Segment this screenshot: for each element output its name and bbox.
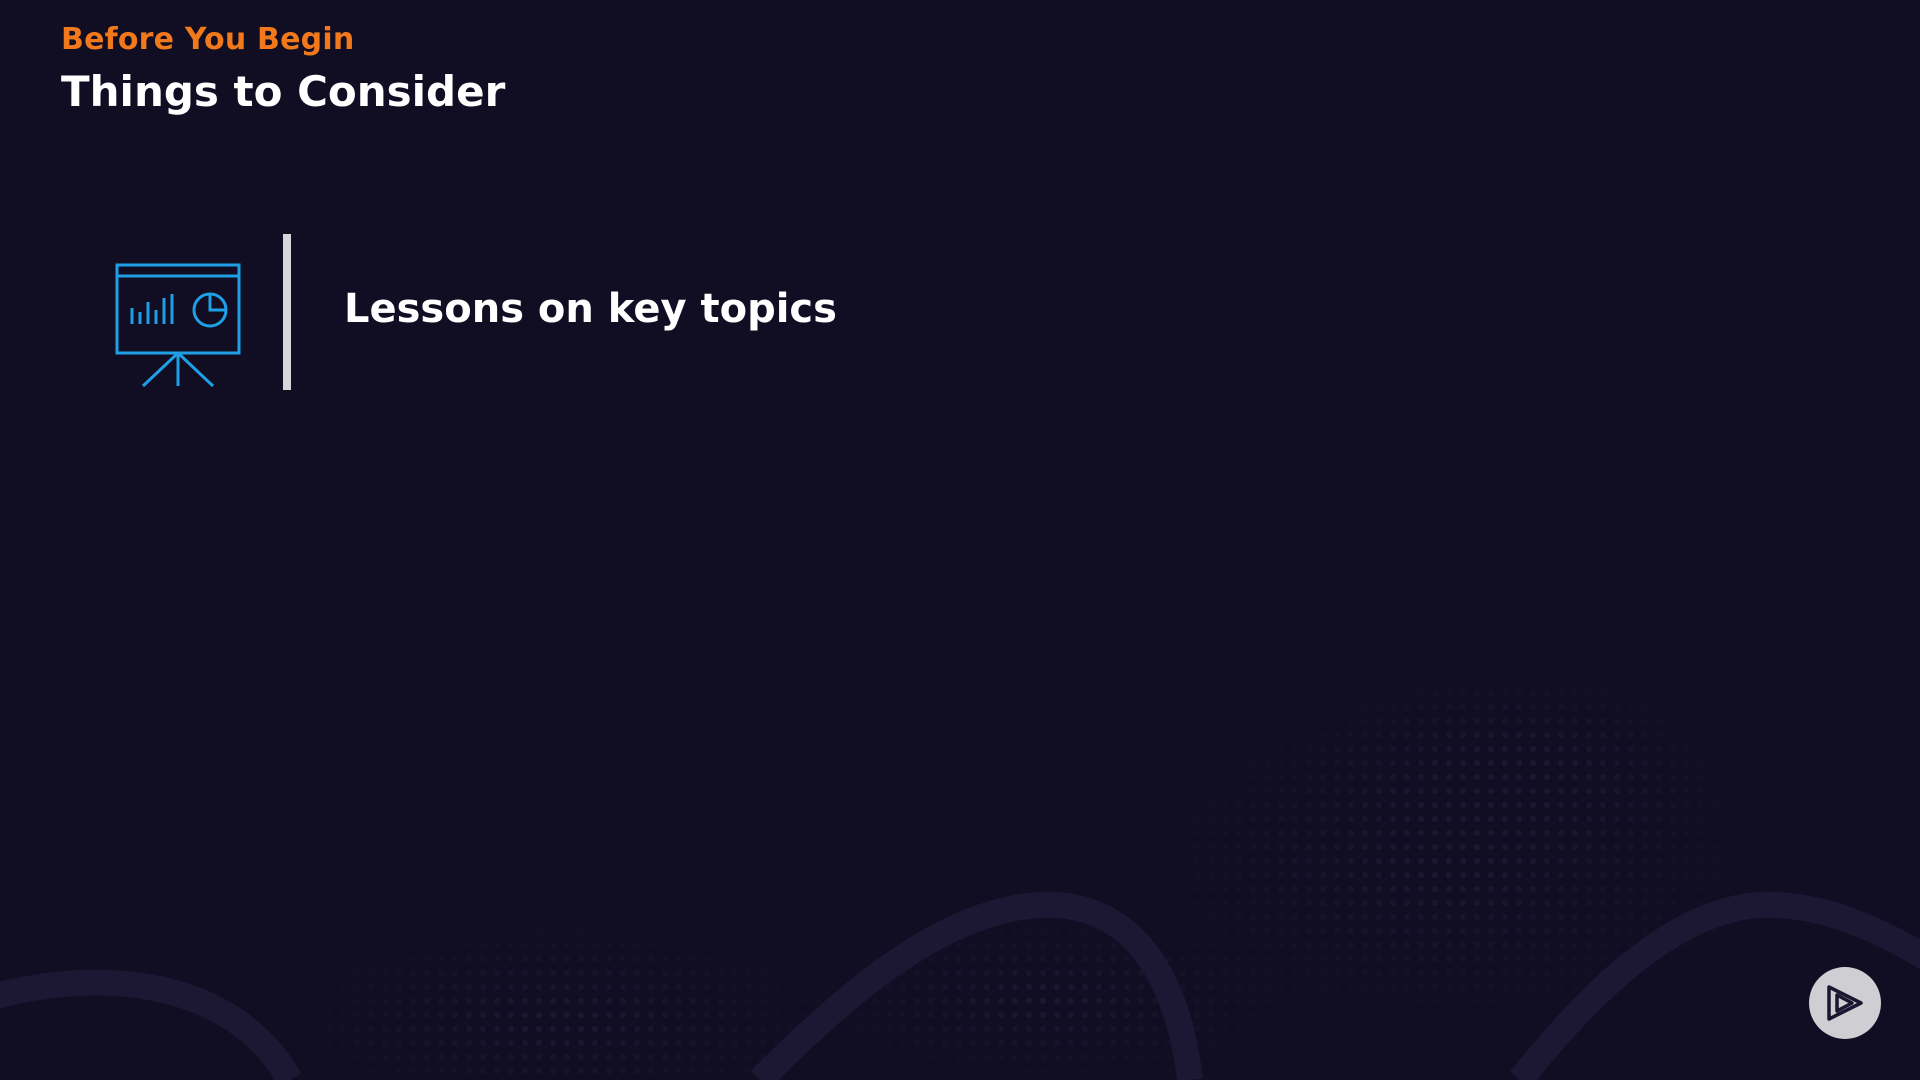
background-decoration: [0, 0, 1920, 1080]
presentation-board-icon: [115, 263, 241, 388]
section-eyebrow: Before You Begin: [61, 22, 355, 57]
pluralsight-play-logo-icon[interactable]: [1809, 967, 1881, 1039]
list-item: Lessons on key topics: [112, 234, 1012, 390]
play-triangle-icon: [1827, 985, 1863, 1021]
page-title: Things to Consider: [61, 67, 506, 116]
item-divider: [283, 234, 291, 390]
item-label: Lessons on key topics: [344, 286, 837, 332]
